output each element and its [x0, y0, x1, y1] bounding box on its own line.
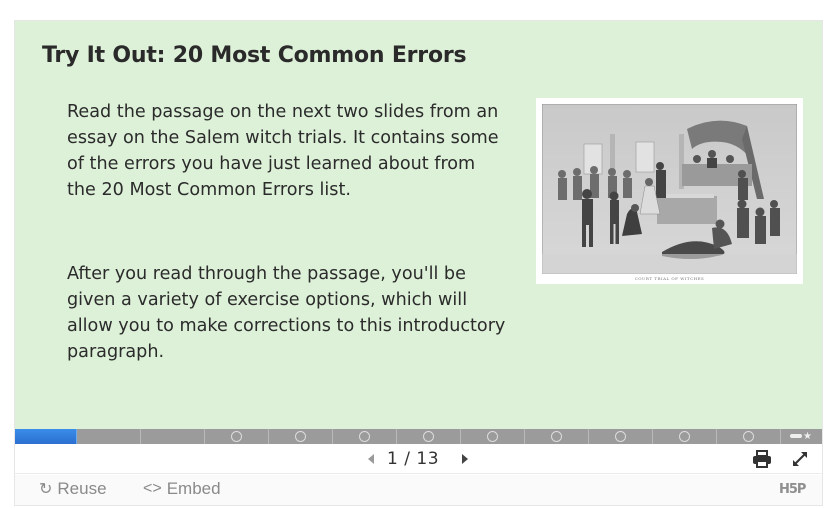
embed-label: Embed	[166, 479, 221, 498]
progress-segment-1[interactable]	[15, 429, 77, 444]
refresh-icon: ↻	[39, 481, 53, 498]
total-slides: 13	[416, 449, 440, 469]
fullscreen-icon	[793, 452, 807, 466]
progress-segment-12[interactable]	[717, 429, 781, 444]
progress-segment-2[interactable]	[77, 429, 141, 444]
previous-slide-button[interactable]	[366, 452, 376, 466]
print-button[interactable]	[752, 450, 772, 468]
summary-star-icon: ★	[790, 431, 812, 442]
h5p-actions-bar: ↻ Reuse <> Embed H5P	[15, 475, 822, 505]
image-caption: COURT TRIAL OF WITCHES	[634, 276, 705, 281]
progress-segment-7[interactable]	[397, 429, 461, 444]
task-indicator-icon	[679, 431, 690, 442]
engraving-illustration	[542, 104, 797, 274]
slide: Try It Out: 20 Most Common Errors Read t…	[15, 21, 822, 429]
intro-paragraph: Read the passage on the next two slides …	[67, 102, 499, 200]
progress-segment-11[interactable]	[653, 429, 717, 444]
next-slide-button[interactable]	[460, 452, 470, 466]
progress-segment-5[interactable]	[269, 429, 333, 444]
print-icon	[753, 450, 771, 468]
h5p-course-presentation: Try It Out: 20 Most Common Errors Read t…	[14, 20, 823, 506]
progress-segment-8[interactable]	[461, 429, 525, 444]
progress-segment-3[interactable]	[141, 429, 205, 444]
task-indicator-icon	[231, 431, 242, 442]
reuse-button[interactable]: ↻ Reuse	[39, 479, 107, 499]
slide-progress-bar: ★	[15, 429, 822, 444]
navigation-bar: 1 / 13	[15, 444, 822, 474]
task-indicator-icon	[615, 431, 626, 442]
task-indicator-icon	[487, 431, 498, 442]
task-indicator-icon	[551, 431, 562, 442]
task-indicator-icon	[295, 431, 306, 442]
code-icon: <>	[143, 480, 162, 497]
current-slide-number: 1	[387, 449, 399, 469]
progress-segment-4[interactable]	[205, 429, 269, 444]
embed-button[interactable]: <> Embed	[143, 479, 221, 499]
slide-counter: 1 / 13	[387, 449, 439, 469]
progress-segment-9[interactable]	[525, 429, 589, 444]
fullscreen-button[interactable]	[791, 450, 809, 468]
h5p-logo[interactable]: H5P	[779, 482, 806, 497]
instructions-paragraph: After you read through the passage, you'…	[67, 264, 506, 362]
slide-title: Try It Out: 20 Most Common Errors	[42, 43, 467, 68]
reuse-label: Reuse	[57, 479, 107, 498]
progress-segment-10[interactable]	[589, 429, 653, 444]
task-indicator-icon	[423, 431, 434, 442]
progress-segment-13[interactable]: ★	[781, 429, 820, 444]
task-indicator-icon	[359, 431, 370, 442]
salem-trial-image: COURT TRIAL OF WITCHES	[536, 98, 803, 284]
task-indicator-icon	[743, 431, 754, 442]
progress-segment-6[interactable]	[333, 429, 397, 444]
counter-separator: /	[404, 449, 411, 469]
